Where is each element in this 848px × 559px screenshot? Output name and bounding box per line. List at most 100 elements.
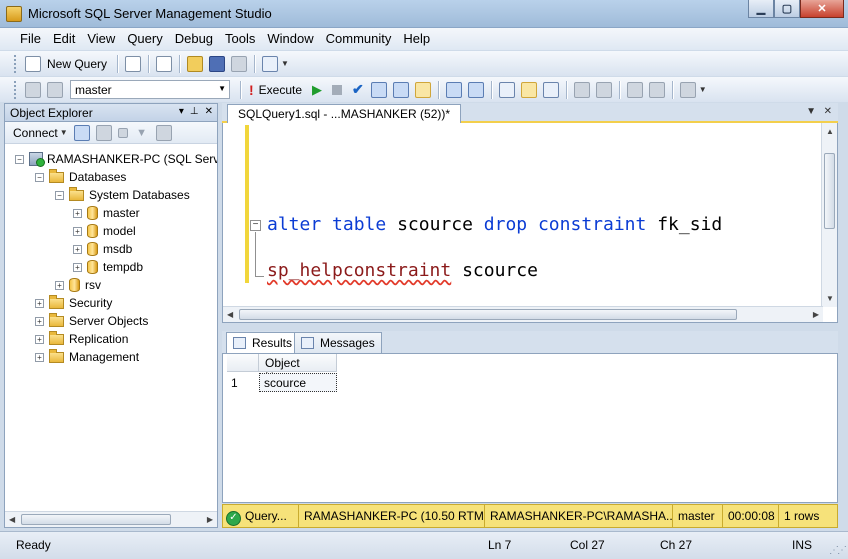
specify-template-values-icon[interactable] xyxy=(679,81,696,98)
collapse-toggle[interactable]: − xyxy=(35,172,44,182)
debug-play-icon[interactable]: ▶ xyxy=(312,82,322,98)
menu-community[interactable]: Community xyxy=(320,29,398,49)
menu-window[interactable]: Window xyxy=(261,29,319,49)
scroll-thumb[interactable] xyxy=(824,153,835,229)
expand-toggle[interactable]: + xyxy=(35,334,44,344)
tree-node-server-objects[interactable]: + Server Objects xyxy=(35,312,148,330)
tree-node-model[interactable]: + model xyxy=(73,222,136,240)
toolbar-overflow-icon[interactable]: ▼ xyxy=(699,85,707,94)
menu-edit[interactable]: Edit xyxy=(47,29,81,49)
close-button[interactable]: ✕ xyxy=(800,0,844,18)
collapse-toggle[interactable]: − xyxy=(15,154,24,164)
tab-messages[interactable]: Messages xyxy=(294,332,382,353)
expand-toggle[interactable]: + xyxy=(73,244,82,254)
close-tab-icon[interactable]: ✕ xyxy=(824,106,832,117)
column-header[interactable]: Object Name xyxy=(259,354,337,384)
expand-toggle[interactable]: + xyxy=(73,262,82,272)
scroll-down-icon[interactable]: ▼ xyxy=(826,294,834,303)
new-query-button[interactable]: New Query xyxy=(47,57,107,71)
toolbar-grip[interactable] xyxy=(14,54,18,73)
expand-toggle[interactable]: + xyxy=(35,316,44,326)
menu-file[interactable]: File xyxy=(14,29,47,49)
tab-sqlquery1[interactable]: SQLQuery1.sql - ...MASHANKER (52))* xyxy=(227,104,462,123)
parse-check-icon[interactable]: ✔ xyxy=(352,81,364,98)
expand-toggle[interactable]: + xyxy=(73,208,82,218)
uncomment-lines-icon[interactable] xyxy=(595,81,612,98)
client-statistics-icon[interactable] xyxy=(467,81,484,98)
menu-help[interactable]: Help xyxy=(397,29,436,49)
tab-list-dropdown-icon[interactable]: ▼ xyxy=(806,106,816,117)
scroll-right-icon[interactable]: ▶ xyxy=(207,515,213,524)
disconnect-icon[interactable] xyxy=(95,124,112,141)
tree-node-tempdb[interactable]: + tempdb xyxy=(73,258,143,276)
tab-results[interactable]: Results xyxy=(226,332,300,354)
increase-indent-icon[interactable] xyxy=(648,81,665,98)
open-folder-icon[interactable] xyxy=(187,55,204,72)
row-number[interactable]: 1 xyxy=(227,374,257,392)
menu-debug[interactable]: Debug xyxy=(169,29,219,49)
filter-icon[interactable]: ▼ xyxy=(134,125,150,141)
collapse-toggle[interactable]: − xyxy=(55,190,64,200)
maximize-button[interactable]: ▢ xyxy=(774,0,800,18)
include-plan-icon[interactable] xyxy=(445,81,462,98)
expand-toggle[interactable]: + xyxy=(73,226,82,236)
activity-monitor-icon[interactable] xyxy=(262,55,279,72)
stop-icon[interactable] xyxy=(117,127,128,138)
menu-query[interactable]: Query xyxy=(121,29,168,49)
editor-results-splitter[interactable] xyxy=(222,323,838,331)
toolbar-grip[interactable] xyxy=(14,80,18,99)
comment-lines-icon[interactable] xyxy=(573,81,590,98)
tree-node-databases[interactable]: − Databases xyxy=(35,168,126,186)
save-icon[interactable] xyxy=(209,55,226,72)
query-designer-icon[interactable] xyxy=(392,81,409,98)
scroll-left-icon[interactable]: ◀ xyxy=(9,515,15,524)
menu-view[interactable]: View xyxy=(81,29,121,49)
auto-hide-pin-icon[interactable]: ⊥ xyxy=(190,106,199,117)
outline-collapse-icon[interactable]: − xyxy=(250,220,261,231)
execute-icon[interactable]: ! xyxy=(249,82,254,98)
connect-icon[interactable] xyxy=(25,81,41,98)
new-query-icon[interactable] xyxy=(25,55,41,72)
print-icon[interactable] xyxy=(231,55,248,72)
execute-button[interactable]: Execute xyxy=(259,83,302,97)
decrease-indent-icon[interactable] xyxy=(626,81,643,98)
results-to-file-icon[interactable] xyxy=(542,81,559,98)
new-file-icon[interactable] xyxy=(125,55,142,72)
available-databases-select[interactable]: master ▼ xyxy=(70,80,230,99)
editor-hscrollbar[interactable]: ◀ ▶ xyxy=(223,306,823,322)
results-to-text-icon[interactable] xyxy=(498,81,515,98)
close-icon[interactable]: ✕ xyxy=(205,106,213,117)
tree-node-rsv[interactable]: + rsv xyxy=(55,276,101,294)
tree-node-security[interactable]: + Security xyxy=(35,294,112,312)
scroll-up-icon[interactable]: ▲ xyxy=(826,127,834,136)
scroll-thumb[interactable] xyxy=(21,514,171,525)
editor-vscrollbar[interactable]: ▲ ▼ xyxy=(821,123,837,307)
tree-node-server[interactable]: − RAMASHANKER-PC (SQL Server xyxy=(15,150,217,168)
tree-node-msdb[interactable]: + msdb xyxy=(73,240,132,258)
scroll-left-icon[interactable]: ◀ xyxy=(227,310,233,319)
connect-object-explorer-icon[interactable] xyxy=(73,124,90,141)
toolbar-overflow-icon[interactable]: ▼ xyxy=(281,59,289,68)
tree-node-replication[interactable]: + Replication xyxy=(35,330,128,348)
pin-dropdown-icon[interactable]: ▾ xyxy=(179,106,184,117)
row-header-corner[interactable] xyxy=(227,354,259,372)
refresh-icon[interactable] xyxy=(155,124,172,141)
cancel-query-icon[interactable] xyxy=(332,84,343,95)
chevron-down-icon[interactable]: ▼ xyxy=(60,128,68,137)
tree-node-master[interactable]: + master xyxy=(73,204,140,222)
results-to-grid-toggle-icon[interactable] xyxy=(520,81,537,98)
add-file-icon[interactable] xyxy=(156,55,173,72)
expand-toggle[interactable]: + xyxy=(35,352,44,362)
tree-node-system-databases[interactable]: − System Databases xyxy=(55,186,190,204)
scroll-right-icon[interactable]: ▶ xyxy=(813,310,819,319)
connect-button[interactable]: Connect xyxy=(13,126,58,140)
change-connection-icon[interactable] xyxy=(47,81,63,98)
grid-cell[interactable]: scource xyxy=(259,373,337,392)
resize-grip-icon[interactable]: ⋰⋰ xyxy=(829,545,847,556)
expand-toggle[interactable]: + xyxy=(55,280,64,290)
scroll-thumb[interactable] xyxy=(239,309,737,320)
minimize-button[interactable]: ▁ xyxy=(748,0,774,18)
expand-toggle[interactable]: + xyxy=(35,298,44,308)
menu-tools[interactable]: Tools xyxy=(219,29,261,49)
tree-node-management[interactable]: + Management xyxy=(35,348,139,366)
